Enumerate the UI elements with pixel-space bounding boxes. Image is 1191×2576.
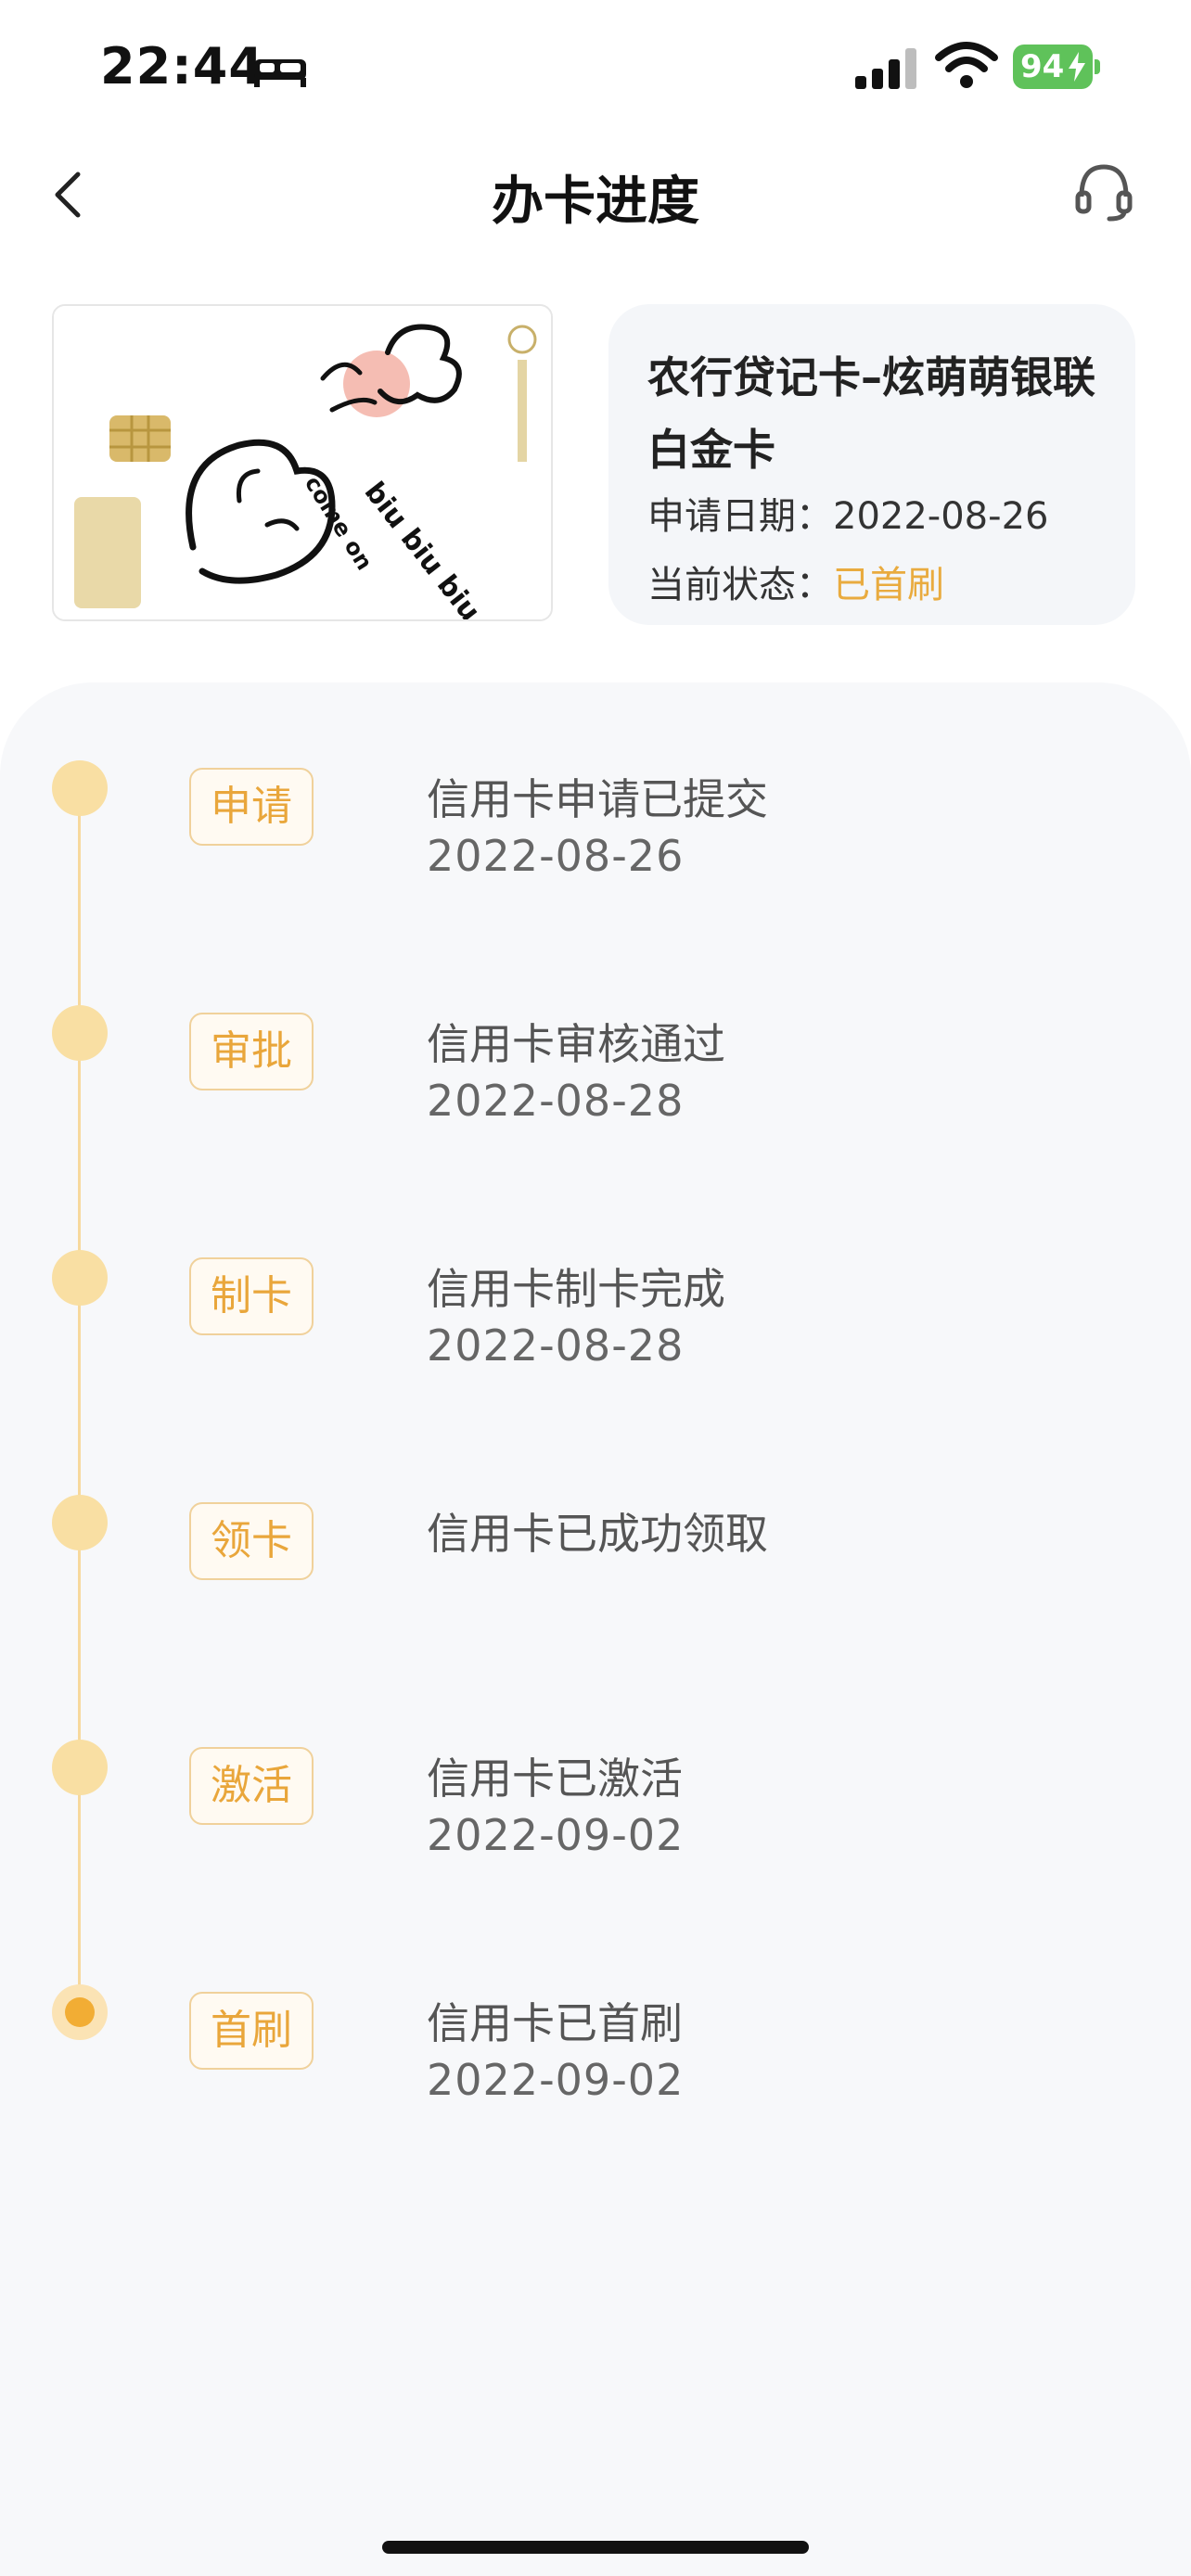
step-title: 信用卡审核通过 [427,1019,725,1069]
timeline-step-first-swipe: 首刷 信用卡已首刷 2022-09-02 [0,1984,1191,2170]
step-title: 信用卡申请已提交 [427,774,768,824]
card-artwork: biu biu biu come on [54,306,551,619]
step-date: 2022-09-02 [427,2055,685,2105]
timeline-dot [52,760,108,816]
customer-service-headset-icon[interactable] [1072,161,1135,224]
card-name: 农行贷记卡–炫萌萌银联白金卡 [647,352,1095,475]
unionpay-logo [74,497,141,608]
sleep-focus-icon [254,59,306,87]
step-title: 信用卡已激活 [427,1753,683,1804]
timeline-step-approve: 审批 信用卡审核通过 2022-08-28 [0,1005,1191,1191]
step-badge: 审批 [189,1013,314,1090]
timeline-step-apply: 申请 信用卡申请已提交 2022-08-26 [0,760,1191,946]
timeline-step-receive: 领卡 信用卡已成功领取 [0,1495,1191,1680]
step-title: 信用卡制卡完成 [427,1264,725,1314]
home-indicator[interactable] [382,2541,809,2554]
apply-date-value: 2022-08-26 [833,495,1049,538]
charging-bolt-icon [1069,52,1085,82]
timeline-step-activate: 激活 信用卡已激活 2022-09-02 [0,1740,1191,1925]
step-badge: 领卡 [189,1502,314,1580]
step-badge: 申请 [189,768,314,846]
step-title: 信用卡已成功领取 [427,1509,768,1559]
cellular-signal-icon [855,48,916,89]
status-label: 当前状态： [647,564,833,606]
status-row: 当前状态：已首刷 [647,555,944,608]
timeline-dot [52,1495,108,1550]
status-time: 22:44 [100,37,264,96]
step-badge: 首刷 [189,1992,314,2070]
apply-date-row: 申请日期：2022-08-26 [647,486,1048,540]
wifi-icon [935,42,998,88]
card-chip-icon [109,415,171,462]
step-badge: 制卡 [189,1257,314,1335]
step-date: 2022-08-28 [427,1320,685,1371]
credit-card-image: biu biu biu come on [52,304,553,621]
step-title: 信用卡已首刷 [427,1998,683,2048]
page-title: 办卡进度 [492,172,699,232]
step-date: 2022-08-28 [427,1076,685,1126]
progress-timeline: 申请 信用卡申请已提交 2022-08-26 审批 信用卡审核通过 2022-0… [0,682,1191,2576]
step-date: 2022-08-26 [427,831,685,881]
timeline-dot [52,1250,108,1306]
timeline-dot [52,1740,108,1795]
apply-date-label: 申请日期： [647,495,833,538]
timeline-dot [52,1005,108,1061]
step-date: 2022-09-02 [427,1810,685,1860]
status-value: 已首刷 [833,564,944,606]
nav-bar: 办卡进度 [0,139,1191,250]
timeline-step-make-card: 制卡 信用卡制卡完成 2022-08-28 [0,1250,1191,1435]
timeline-dot-active [52,1984,108,2040]
status-bar: 22:44 94 [0,0,1191,139]
battery-cap [1095,59,1100,74]
step-badge: 激活 [189,1747,314,1825]
battery-indicator: 94 [1013,45,1100,89]
card-info-panel: 农行贷记卡–炫萌萌银联白金卡 申请日期：2022-08-26 当前状态：已首刷 [608,304,1135,625]
